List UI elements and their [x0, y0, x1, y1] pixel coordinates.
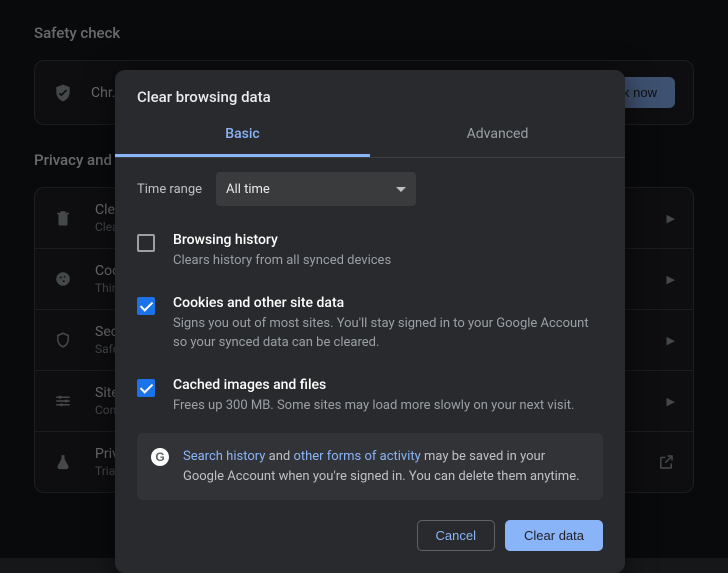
cancel-button[interactable]: Cancel: [417, 520, 495, 551]
other-activity-link[interactable]: other forms of activity: [293, 449, 420, 464]
option-browsing-history: Browsing history Clears history from all…: [137, 220, 603, 283]
option-sub: Signs you out of most sites. You'll stay…: [173, 315, 603, 353]
option-sub: Frees up 300 MB. Some sites may load mor…: [173, 397, 574, 416]
time-range-row: Time range All time: [115, 158, 625, 212]
google-icon: G: [151, 448, 169, 466]
clear-data-button[interactable]: Clear data: [505, 520, 603, 551]
checkbox-cookies[interactable]: [137, 297, 155, 315]
option-title: Browsing history: [173, 232, 391, 248]
option-cookies: Cookies and other site data Signs you ou…: [137, 283, 603, 365]
dialog-title: Clear browsing data: [115, 70, 625, 116]
search-history-link[interactable]: Search history: [183, 449, 265, 464]
google-activity-info: G Search history and other forms of acti…: [137, 433, 603, 500]
time-range-label: Time range: [137, 182, 202, 197]
clear-browsing-data-dialog: Clear browsing data Basic Advanced Time …: [115, 70, 625, 573]
option-title: Cookies and other site data: [173, 295, 603, 311]
dialog-tabs: Basic Advanced: [115, 116, 625, 154]
tab-basic[interactable]: Basic: [115, 116, 370, 154]
dropdown-caret-icon: [396, 187, 406, 192]
checkbox-browsing-history[interactable]: [137, 234, 155, 252]
option-title: Cached images and files: [173, 377, 574, 393]
time-range-select[interactable]: All time: [216, 172, 416, 206]
checkbox-cached[interactable]: [137, 379, 155, 397]
option-sub: Clears history from all synced devices: [173, 252, 391, 271]
tab-advanced[interactable]: Advanced: [370, 116, 625, 154]
time-range-value: All time: [226, 182, 270, 197]
option-cached: Cached images and files Frees up 300 MB.…: [137, 365, 603, 428]
